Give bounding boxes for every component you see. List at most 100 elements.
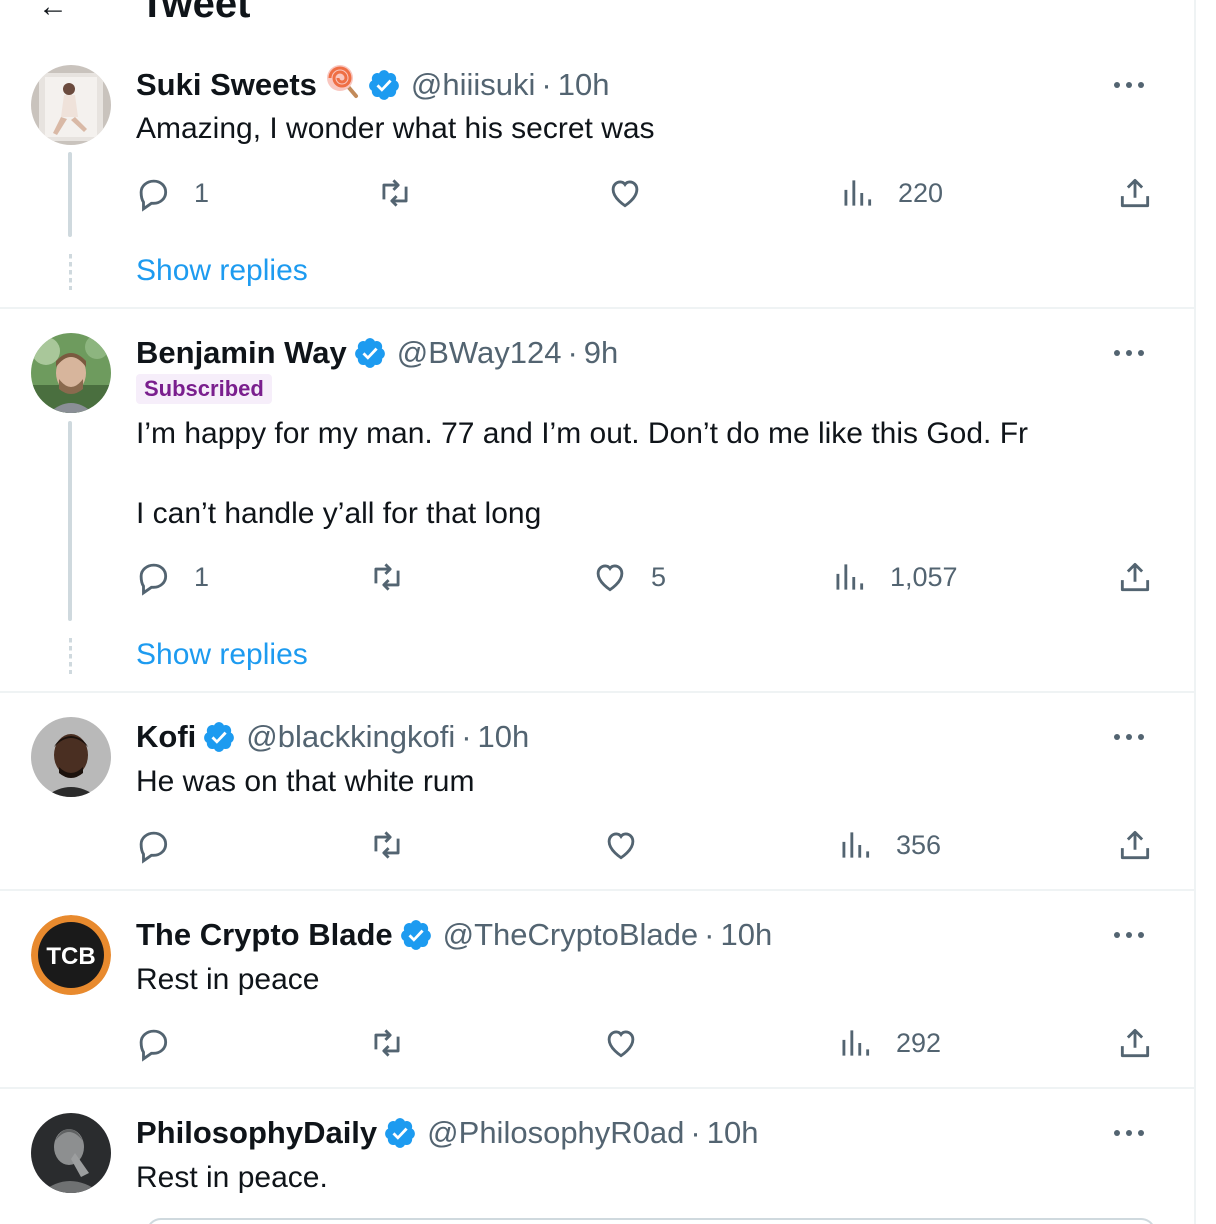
reply-icon <box>139 179 168 212</box>
views-button[interactable]: 356 <box>836 826 941 864</box>
verified-badge-icon <box>202 720 236 754</box>
retweet-button[interactable] <box>376 174 414 212</box>
reply-item[interactable]: TCB The Crypto Blade @TheCryptoBlade · 1… <box>0 891 1196 1089</box>
reply-icon <box>139 1029 168 1062</box>
display-name[interactable]: Kofi <box>136 719 196 755</box>
share-button[interactable] <box>1116 174 1154 212</box>
like-count: 5 <box>651 561 667 592</box>
handle[interactable]: @hiiisuki <box>411 67 536 103</box>
reply-header: The Crypto Blade @TheCryptoBlade · 10h <box>136 915 772 955</box>
retweet-icon <box>374 831 400 859</box>
like-button[interactable] <box>606 174 644 212</box>
reply-item[interactable]: Benjamin Way @BWay124 · 9h Subscribed I’… <box>0 309 1196 693</box>
timestamp[interactable]: 10h <box>558 67 610 103</box>
verified-badge-icon <box>383 1116 417 1150</box>
separator: · <box>690 1115 701 1150</box>
separator: · <box>541 67 552 102</box>
views-button[interactable]: 1,057 <box>830 558 958 596</box>
reply-text: Amazing, I wonder what his secret was <box>136 112 655 145</box>
verified-badge-icon <box>367 68 401 102</box>
handle[interactable]: @PhilosophyR0ad <box>427 1115 684 1151</box>
like-button[interactable]: 5 <box>591 558 666 596</box>
view-count: 292 <box>896 1027 942 1058</box>
reply-header: Suki Sweets @hiiisuki · 10h <box>136 65 609 105</box>
avatar[interactable] <box>31 65 111 145</box>
avatar[interactable]: TCB <box>31 915 111 995</box>
reply-item[interactable]: PhilosophyDaily @PhilosophyR0ad · 10h Re… <box>0 1089 1196 1224</box>
views-icon <box>842 1030 870 1056</box>
reply-timeline: ← Tweet Suki Sweets @hiiisuki · 10h Amaz… <box>0 0 1196 1224</box>
reply-item[interactable]: Suki Sweets @hiiisuki · 10h Amazing, I w… <box>0 0 1196 309</box>
reply-item[interactable]: Kofi @blackkingkofi · 10h He was on that… <box>0 693 1196 891</box>
retweet-icon <box>374 1029 400 1057</box>
retweet-button[interactable] <box>368 1024 406 1062</box>
reply-header: PhilosophyDaily @PhilosophyR0ad · 10h <box>136 1113 758 1153</box>
view-count: 1,057 <box>890 561 958 592</box>
handle[interactable]: @blackkingkofi <box>246 719 455 755</box>
views-button[interactable]: 292 <box>836 1024 941 1062</box>
reply-button[interactable] <box>134 1024 172 1062</box>
timestamp[interactable]: 9h <box>584 335 618 371</box>
avatar[interactable] <box>31 333 111 413</box>
reply-text: I’m happy for my man. 77 and I’m out. Do… <box>136 417 1029 450</box>
separator: · <box>461 719 472 754</box>
page: ← Tweet Suki Sweets @hiiisuki · 10h Amaz… <box>0 0 1216 1224</box>
reply-text: Rest in peace. <box>136 1161 328 1194</box>
timestamp[interactable]: 10h <box>478 719 530 755</box>
share-button[interactable] <box>1116 558 1154 596</box>
thread-line <box>68 421 72 621</box>
more-icon[interactable] <box>1114 338 1144 368</box>
retweet-button[interactable] <box>368 558 406 596</box>
more-icon[interactable] <box>1114 70 1144 100</box>
separator: · <box>704 917 715 952</box>
reply-header: Kofi @blackkingkofi · 10h <box>136 717 529 757</box>
share-icon <box>1120 562 1150 592</box>
avatar[interactable] <box>31 717 111 797</box>
share-icon <box>1120 830 1150 860</box>
thread-dots <box>69 254 72 290</box>
more-icon[interactable] <box>1114 920 1144 950</box>
retweet-icon <box>374 563 400 591</box>
reply-button[interactable]: 1 <box>134 174 209 212</box>
views-button[interactable]: 220 <box>838 174 943 212</box>
show-replies-link[interactable]: Show replies <box>136 254 308 288</box>
reply-text: I can’t handle y’all for that long <box>136 497 542 530</box>
avatar[interactable] <box>31 1113 111 1193</box>
show-replies-link[interactable]: Show replies <box>136 638 308 672</box>
heart-icon <box>611 180 639 208</box>
crypto-blade-initials: TCB <box>46 943 95 970</box>
like-button[interactable] <box>602 1024 640 1062</box>
timestamp[interactable]: 10h <box>707 1115 759 1151</box>
reply-icon <box>139 563 168 596</box>
lollipop-emoji-icon <box>325 63 361 107</box>
reply-text: Rest in peace <box>136 963 320 996</box>
display-name[interactable]: Benjamin Way <box>136 335 347 371</box>
reply-button[interactable] <box>134 826 172 864</box>
separator: · <box>567 335 578 370</box>
timestamp[interactable]: 10h <box>720 917 772 953</box>
views-icon <box>836 564 864 590</box>
reply-button[interactable]: 1 <box>134 558 209 596</box>
display-name[interactable]: PhilosophyDaily <box>136 1115 377 1151</box>
handle[interactable]: @TheCryptoBlade <box>443 917 698 953</box>
media-card-edge[interactable] <box>146 1218 1156 1224</box>
heart-icon <box>607 832 635 860</box>
more-icon[interactable] <box>1114 722 1144 752</box>
display-name[interactable]: The Crypto Blade <box>136 917 393 953</box>
more-icon[interactable] <box>1114 1118 1144 1148</box>
handle[interactable]: @BWay124 <box>397 335 562 371</box>
share-button[interactable] <box>1116 1024 1154 1062</box>
share-icon <box>1120 178 1150 208</box>
view-count: 220 <box>898 177 944 208</box>
retweet-icon <box>382 179 408 207</box>
share-icon <box>1120 1028 1150 1058</box>
reply-count: 1 <box>194 561 210 592</box>
thread-line <box>68 152 72 237</box>
views-icon <box>844 180 872 206</box>
reply-header: Benjamin Way @BWay124 · 9h <box>136 333 618 373</box>
display-name[interactable]: Suki Sweets <box>136 67 317 103</box>
heart-icon <box>607 1030 635 1058</box>
retweet-button[interactable] <box>368 826 406 864</box>
like-button[interactable] <box>602 826 640 864</box>
share-button[interactable] <box>1116 826 1154 864</box>
